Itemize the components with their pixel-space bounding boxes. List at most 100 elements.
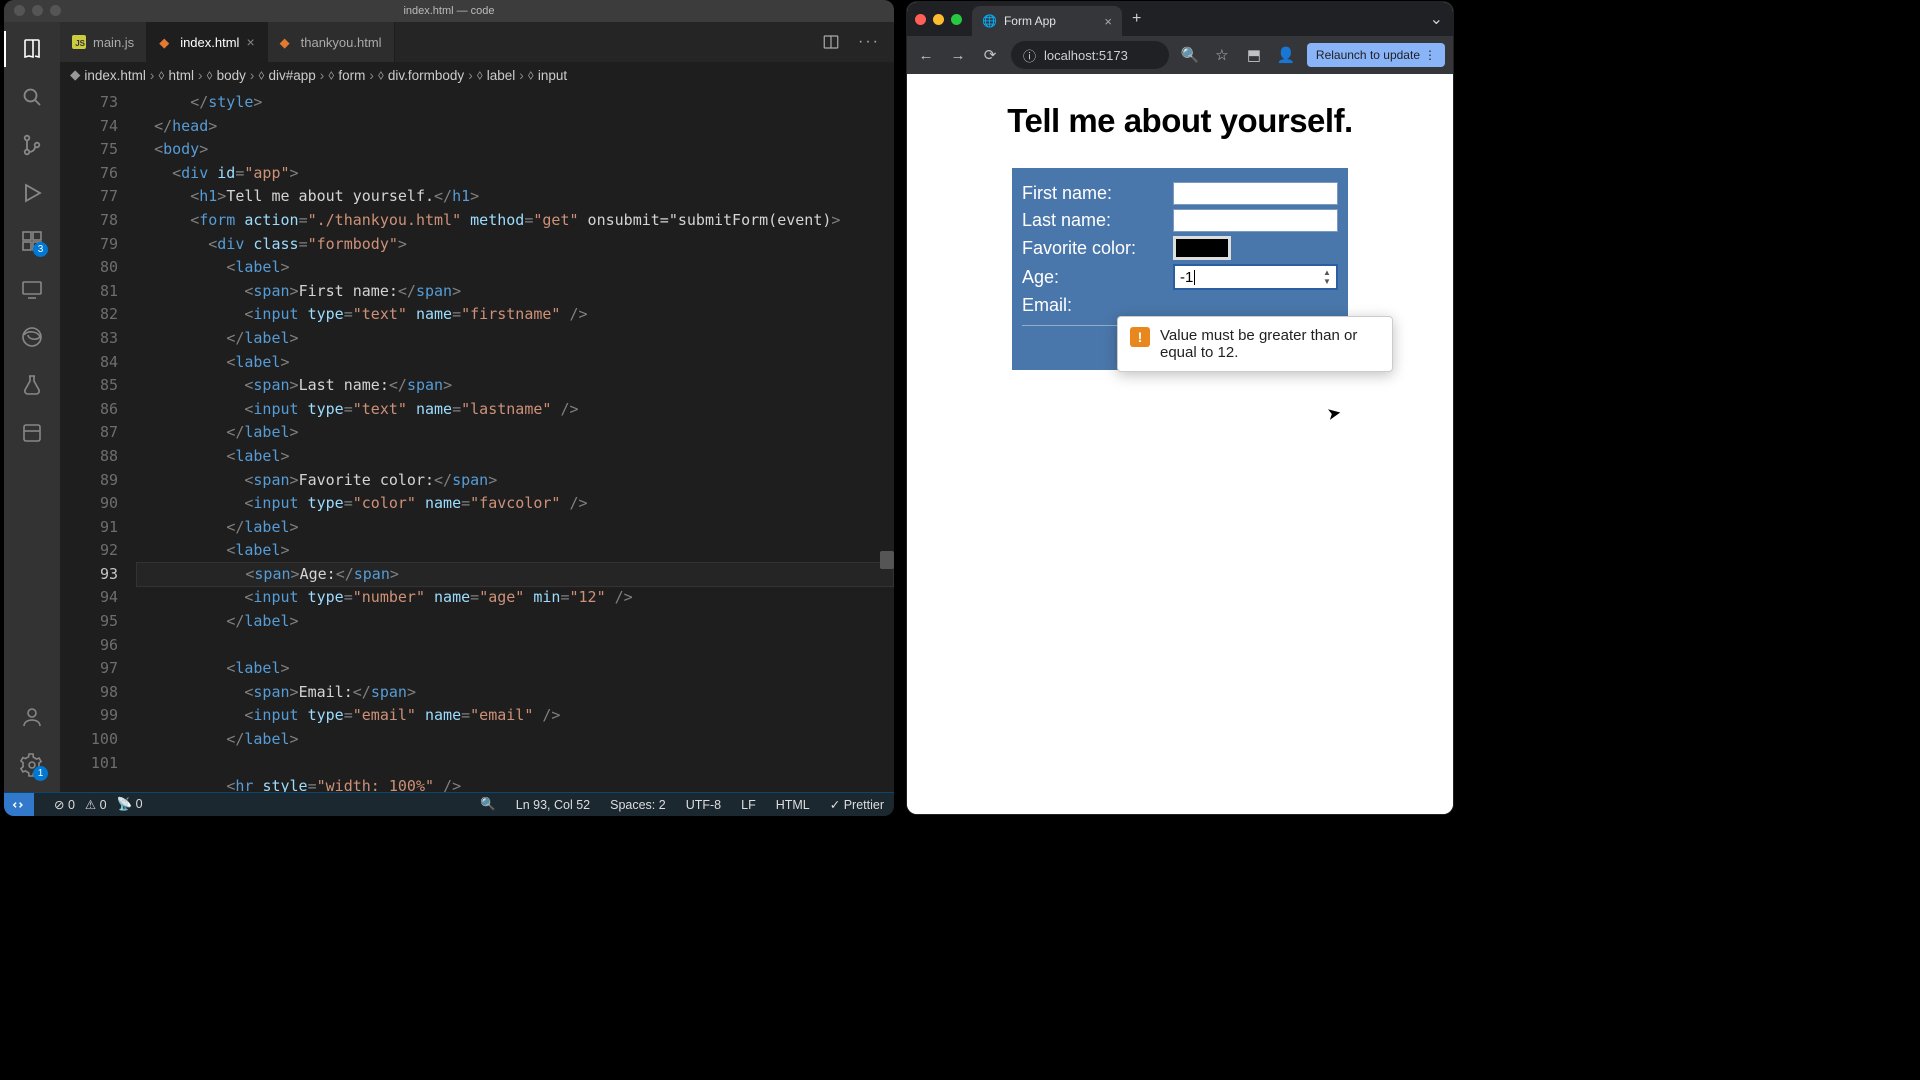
traffic-max-icon[interactable] (50, 5, 61, 16)
settings-badge: 1 (33, 766, 48, 781)
search-icon[interactable] (19, 84, 45, 110)
step-up-icon[interactable]: ▲ (1320, 268, 1334, 277)
tab-label: index.html (180, 35, 239, 50)
relaunch-button[interactable]: Relaunch to update ⋮ (1307, 43, 1445, 67)
tab-label: main.js (93, 35, 134, 50)
editor-tabs: JS main.js ◆ index.html × ◆ thankyou.htm… (60, 22, 894, 62)
test-icon[interactable] (19, 372, 45, 398)
remote-indicator[interactable] (4, 793, 34, 817)
remote-icon[interactable] (19, 276, 45, 302)
js-file-icon: JS (72, 35, 86, 49)
chevron-down-icon[interactable]: ⌄ (1420, 9, 1453, 29)
globe-icon: 🌐 (982, 14, 997, 28)
forward-button[interactable]: → (947, 47, 969, 64)
profile-icon[interactable]: 👤 (1275, 46, 1297, 64)
tag-icon: ⬨ (378, 67, 384, 83)
minimap[interactable] (880, 96, 894, 792)
ports-count[interactable]: 📡 0 (117, 797, 143, 812)
vscode-window: index.html — code 3 (4, 0, 894, 816)
tab-label: thankyou.html (301, 35, 382, 50)
lastname-label: Last name: (1022, 210, 1165, 231)
code-editor[interactable]: 7374757677787980818283848586878889909192… (60, 88, 894, 792)
tag-icon: ⬨ (528, 67, 534, 83)
tag-icon: ⬨ (158, 67, 164, 83)
encoding[interactable]: UTF-8 (686, 798, 721, 812)
html-file-icon: ◆ (159, 35, 173, 49)
errors-count[interactable]: ⊘ 0 (54, 797, 75, 812)
browser-window: 🌐 Form App × + ⌄ ← → ⟳ ⓘ localhost:5173 … (907, 2, 1453, 814)
traffic-min-icon[interactable] (32, 5, 43, 16)
validation-tooltip: ! Value must be greater than or equal to… (1117, 316, 1393, 372)
extensions-icon[interactable]: 3 (19, 228, 45, 254)
traffic-close-icon[interactable] (14, 5, 25, 16)
tab-title: Form App (1004, 14, 1056, 28)
lastname-input[interactable] (1173, 209, 1338, 232)
bookmark-icon[interactable]: ☆ (1211, 46, 1233, 64)
address-bar[interactable]: ⓘ localhost:5173 (1011, 41, 1169, 69)
run-debug-icon[interactable] (19, 180, 45, 206)
age-input[interactable]: -1 ▲▼ (1173, 264, 1338, 290)
formatter[interactable]: ✓ Prettier (830, 797, 884, 812)
reload-button[interactable]: ⟳ (979, 46, 1001, 64)
html-file-icon: ◆ (280, 35, 294, 49)
url-text: localhost:5173 (1044, 48, 1128, 63)
validation-text: Value must be greater than or equal to 1… (1160, 327, 1380, 361)
menu-icon: ⋮ (1424, 48, 1436, 62)
site-info-icon[interactable]: ⓘ (1023, 46, 1036, 65)
text-caret (1194, 270, 1195, 285)
email-label: Email: (1022, 295, 1165, 316)
zoom-icon[interactable]: 🔍 (1179, 46, 1201, 64)
back-button[interactable]: ← (915, 47, 937, 64)
zoom-icon[interactable]: 🔍 (480, 797, 496, 812)
line-gutter: 7374757677787980818283848586878889909192… (60, 88, 136, 792)
browser-tab[interactable]: 🌐 Form App × (972, 6, 1122, 36)
page-content: Tell me about yourself. First name: Last… (907, 74, 1453, 814)
page-title: Tell me about yourself. (907, 102, 1453, 140)
tab-thankyouhtml[interactable]: ◆ thankyou.html (268, 22, 395, 62)
extensions-badge: 3 (33, 242, 48, 257)
indent-setting[interactable]: Spaces: 2 (610, 798, 666, 812)
form-panel: First name: Last name: Favorite color: A… (1012, 168, 1348, 370)
status-bar: ⊘ 0 ⚠ 0 📡 0 🔍 Ln 93, Col 52 Spaces: 2 UT… (4, 792, 894, 816)
install-icon[interactable]: ⬒ (1243, 46, 1265, 64)
firstname-label: First name: (1022, 183, 1165, 204)
settings-icon[interactable]: 1 (19, 752, 45, 778)
language-mode[interactable]: HTML (776, 798, 810, 812)
browser-tabstrip: 🌐 Form App × + ⌄ (907, 2, 1453, 36)
tag-icon: ⬨ (477, 67, 483, 83)
browser-toolbar: ← → ⟳ ⓘ localhost:5173 🔍 ☆ ⬒ 👤 Relaunch … (907, 36, 1453, 74)
tag-icon: ⬨ (328, 67, 334, 83)
html-file-icon: ◆ (70, 67, 80, 83)
warnings-count[interactable]: ⚠ 0 (85, 797, 107, 812)
new-tab-button[interactable]: + (1122, 10, 1151, 28)
traffic-close-icon[interactable] (915, 14, 926, 25)
edge-icon[interactable] (19, 324, 45, 350)
mouse-cursor-icon: ➤ (1325, 403, 1343, 425)
cursor-position[interactable]: Ln 93, Col 52 (516, 798, 590, 812)
more-icon[interactable]: ··· (858, 33, 880, 51)
traffic-min-icon[interactable] (933, 14, 944, 25)
explorer-icon[interactable] (19, 36, 45, 62)
favcolor-input[interactable] (1173, 236, 1231, 260)
breadcrumbs[interactable]: ◆ index.html› ⬨html› ⬨body› ⬨div#app› ⬨f… (60, 62, 894, 88)
code-content[interactable]: </style> </head> <body> <div id="app"> <… (136, 88, 894, 792)
close-icon[interactable]: × (246, 34, 254, 50)
step-down-icon[interactable]: ▼ (1320, 277, 1334, 286)
db-icon[interactable] (19, 420, 45, 446)
traffic-max-icon[interactable] (951, 14, 962, 25)
tag-icon: ⬨ (207, 67, 213, 83)
activity-bar: 3 1 (4, 22, 60, 792)
window-title: index.html — code (403, 5, 494, 17)
tag-icon: ⬨ (258, 67, 264, 83)
account-icon[interactable] (19, 704, 45, 730)
tab-indexhtml[interactable]: ◆ index.html × (147, 22, 267, 62)
split-editor-icon[interactable] (822, 33, 840, 51)
favcolor-label: Favorite color: (1022, 238, 1165, 259)
tab-mainjs[interactable]: JS main.js (60, 22, 147, 62)
vscode-titlebar: index.html — code (4, 0, 894, 22)
source-control-icon[interactable] (19, 132, 45, 158)
eol[interactable]: LF (741, 798, 756, 812)
age-label: Age: (1022, 267, 1165, 288)
close-icon[interactable]: × (1104, 14, 1112, 29)
firstname-input[interactable] (1173, 182, 1338, 205)
